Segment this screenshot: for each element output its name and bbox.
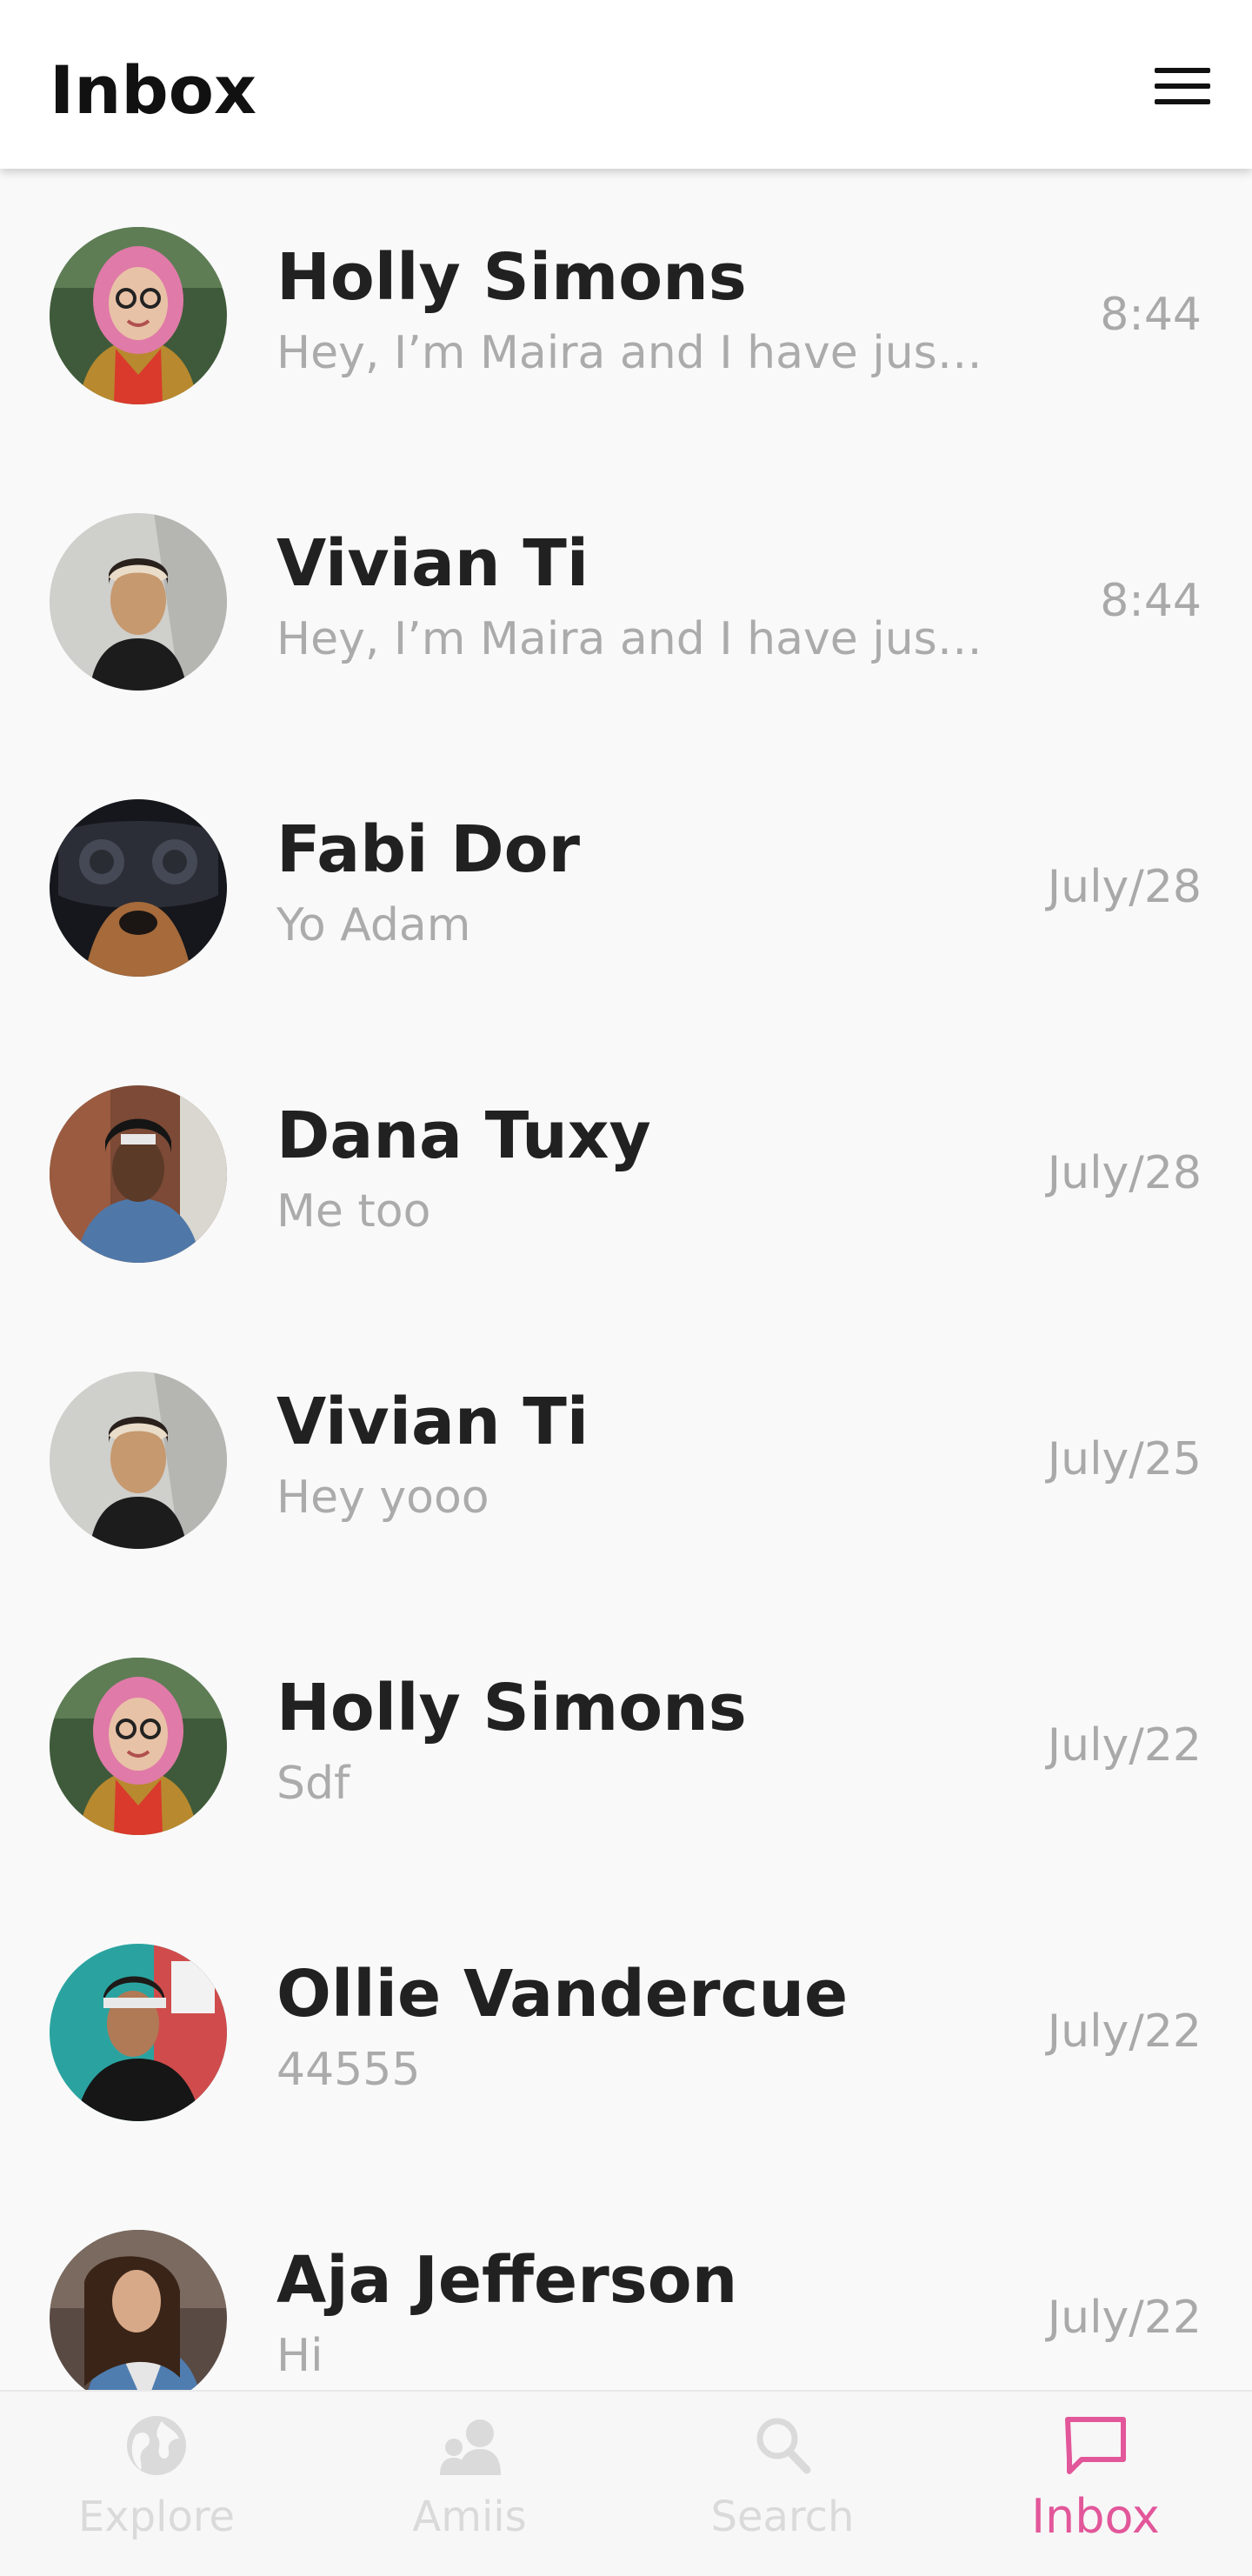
message-preview: Hey yooo <box>276 1472 489 1524</box>
avatar <box>50 1944 227 2121</box>
nav-label: Search <box>710 2493 855 2541</box>
nav-label: Amiis <box>412 2493 527 2541</box>
message-time: 8:44 <box>1100 289 1202 341</box>
message-preview: 44555 <box>276 2044 421 2096</box>
conversation-row[interactable]: Holly Simons Sdf July/22 <box>0 1599 1252 1885</box>
conversation-row[interactable]: Dana Tuxy Me too July/28 <box>0 1027 1252 1313</box>
avatar <box>50 2230 227 2407</box>
message-preview: Sdf <box>276 1758 350 1810</box>
avatar <box>50 1371 227 1549</box>
contact-name: Ollie Vandercue <box>276 1957 849 2032</box>
nav-item-explore[interactable]: Explore <box>0 2392 313 2576</box>
people-icon <box>436 2412 503 2479</box>
message-preview: Hey, I’m Maira and I have just ... <box>276 327 989 379</box>
message-time: July/22 <box>1047 2005 1202 2058</box>
conversation-row[interactable]: Holly Simons Hey, I’m Maira and I have j… <box>0 169 1252 455</box>
avatar <box>50 1658 227 1835</box>
message-preview: Hi <box>276 2330 323 2382</box>
app-header: Inbox <box>0 0 1252 169</box>
nav-item-inbox[interactable]: Inbox <box>939 2392 1252 2576</box>
nav-label: Inbox <box>1031 2489 1160 2544</box>
avatar <box>50 1085 227 1263</box>
nav-label: Explore <box>77 2493 236 2541</box>
contact-name: Vivian Ti <box>276 1385 589 1459</box>
conversation-row[interactable]: Vivian Ti Hey yooo July/25 <box>0 1313 1252 1599</box>
message-time: July/22 <box>1047 1719 1202 1772</box>
message-preview: Yo Adam <box>276 899 471 951</box>
message-time: July/28 <box>1047 861 1202 913</box>
contact-name: Holly Simons <box>276 1671 747 1745</box>
conversation-row[interactable]: Fabi Dor Yo Adam July/28 <box>0 741 1252 1027</box>
message-time: July/22 <box>1047 2292 1202 2344</box>
conversation-list: Holly Simons Hey, I’m Maira and I have j… <box>0 169 1252 2458</box>
bottom-navigation: Explore Amiis Search Inbox <box>0 2390 1252 2576</box>
message-time: July/25 <box>1047 1433 1202 1485</box>
page-title: Inbox <box>50 51 257 129</box>
avatar <box>50 799 227 977</box>
nav-item-search[interactable]: Search <box>626 2392 939 2576</box>
message-preview: Me too <box>276 1185 431 1238</box>
avatar <box>50 513 227 691</box>
hamburger-menu-icon[interactable] <box>1141 63 1215 111</box>
avatar <box>50 227 227 404</box>
contact-name: Fabi Dor <box>276 812 581 887</box>
conversation-row[interactable]: Ollie Vandercue 44555 July/22 <box>0 1885 1252 2172</box>
search-icon <box>749 2412 816 2479</box>
globe-icon <box>123 2412 190 2479</box>
chat-bubble-icon <box>1062 2412 1129 2479</box>
contact-name: Holly Simons <box>276 240 747 315</box>
message-time: July/28 <box>1047 1147 1202 1199</box>
conversation-row[interactable]: Vivian Ti Hey, I’m Maira and I have just… <box>0 455 1252 741</box>
contact-name: Dana Tuxy <box>276 1098 651 1173</box>
contact-name: Vivian Ti <box>276 526 589 601</box>
message-preview: Hey, I’m Maira and I have just ... <box>276 613 989 665</box>
contact-name: Aja Jefferson <box>276 2243 738 2318</box>
message-time: 8:44 <box>1100 575 1202 627</box>
nav-item-amiis[interactable]: Amiis <box>313 2392 626 2576</box>
